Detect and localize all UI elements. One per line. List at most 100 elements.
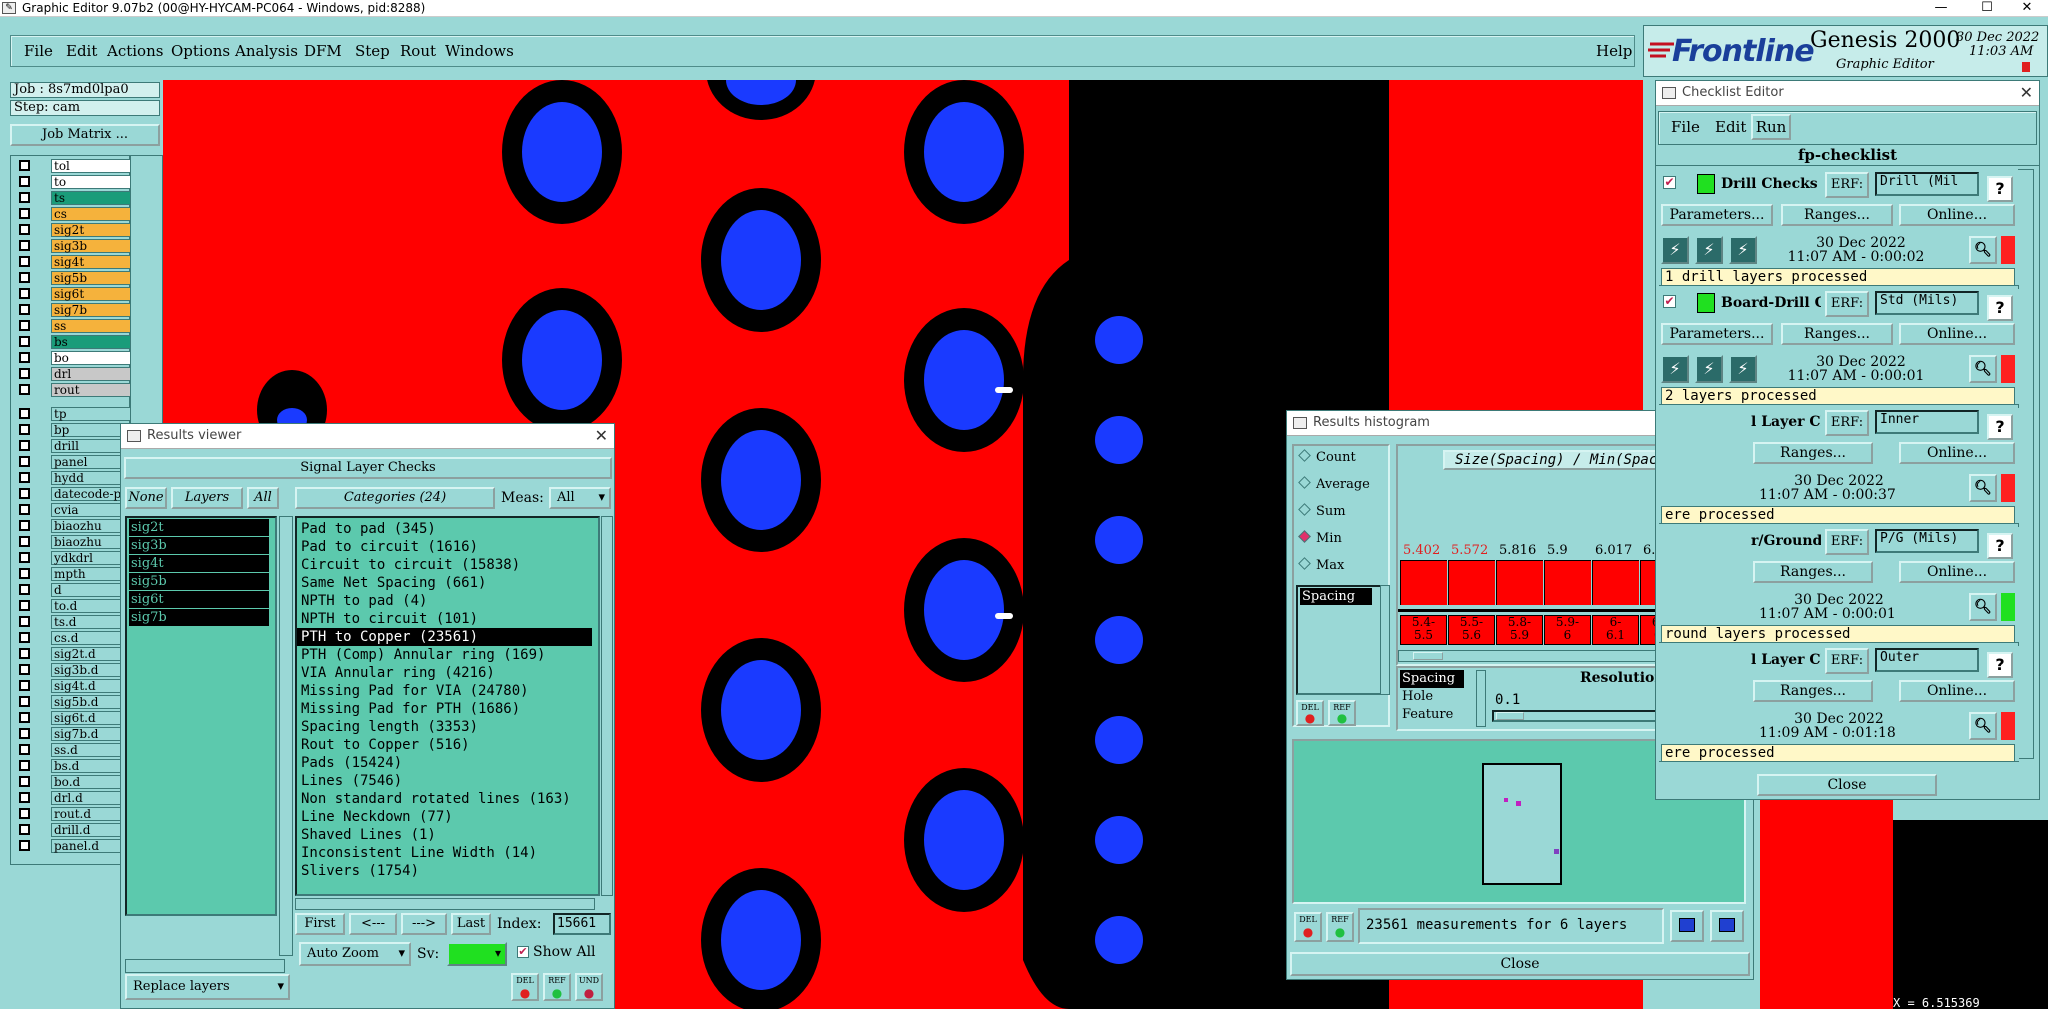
help-button[interactable]: ? [1987, 533, 2013, 559]
check-enable-checkbox[interactable]: ✔ [1663, 176, 1676, 189]
run-all-icon[interactable]: ⚡ [1729, 355, 1757, 383]
layer-checkbox[interactable] [19, 488, 30, 499]
zoom-results-button[interactable]: 🔍︎ [1969, 712, 1997, 740]
layer-row[interactable]: drill.d [15, 822, 131, 837]
preview-del-button[interactable]: DEL ● [1294, 912, 1322, 942]
layer-row[interactable]: ts [15, 190, 131, 205]
category-scrollbar[interactable] [601, 516, 613, 896]
result-layer-item[interactable]: sig3b [129, 537, 269, 554]
minimize-button[interactable]: — [1918, 0, 1964, 16]
layer-results-list[interactable]: sig2t sig3b sig4t sig5b sig6t sig7b [125, 516, 277, 916]
layer-checkbox[interactable] [19, 408, 30, 419]
mode-max-radio[interactable]: Max [1298, 557, 1344, 573]
run-icon[interactable]: ⚡ [1661, 355, 1689, 383]
layer-name[interactable]: sig3b [51, 239, 131, 253]
close-icon[interactable]: ✕ [2020, 81, 2033, 105]
layer-row[interactable]: d [15, 582, 131, 597]
layer-row[interactable]: rout [15, 382, 131, 397]
category-item[interactable]: Pad to pad (345) [297, 520, 598, 538]
layer-row[interactable]: sig6t.d [15, 710, 131, 725]
layer-checkbox[interactable] [19, 600, 30, 611]
category-item[interactable]: Slivers (1754) [297, 862, 598, 880]
category-item[interactable]: Rout to Copper (516) [297, 736, 598, 754]
layer-name[interactable]: ts [51, 191, 131, 205]
layer-checkbox[interactable] [19, 424, 30, 435]
layer-checkbox[interactable] [19, 568, 30, 579]
menu-dfm[interactable]: DFM [304, 42, 342, 60]
layer-name[interactable]: cs.d [51, 631, 131, 645]
erf-field[interactable]: Std (Mils) [1875, 291, 1979, 315]
layer-name[interactable]: panel.d [51, 839, 131, 853]
layer-name[interactable]: rout [51, 383, 131, 397]
help-button[interactable]: ? [1987, 295, 2013, 321]
menu-file[interactable]: File [24, 42, 53, 60]
layer-name[interactable]: hydd [51, 471, 131, 485]
category-item[interactable]: Inconsistent Line Width (14) [297, 844, 598, 862]
layer-checkbox[interactable] [19, 520, 30, 531]
layer-name[interactable]: drill.d [51, 823, 131, 837]
erf-field[interactable]: Inner [1875, 410, 1979, 434]
layer-row[interactable]: sig3b.d [15, 662, 131, 677]
zoom-results-button[interactable]: 🔍︎ [1969, 593, 1997, 621]
layer-row[interactable]: sig4t [15, 254, 131, 269]
layer-row[interactable]: ss [15, 318, 131, 333]
layer-checkbox[interactable] [19, 584, 30, 595]
layer-row[interactable]: drl [15, 366, 131, 381]
checklist-menu-file[interactable]: File [1671, 118, 1700, 136]
res-type-hole[interactable]: Hole [1400, 688, 1464, 706]
replace-layers-select[interactable]: Replace layers ▾ [125, 974, 290, 1000]
result-layer-item[interactable]: sig4t [129, 555, 269, 572]
resolution-type-list[interactable]: Spacing Hole Feature [1400, 670, 1464, 727]
layer-row[interactable]: tp [15, 406, 131, 421]
layer-name[interactable]: datecode-p [51, 487, 131, 501]
layer-checkbox[interactable] [19, 176, 30, 187]
layer-name[interactable]: tol [51, 159, 131, 173]
layer-row[interactable]: sig7b.d [15, 726, 131, 741]
run-all-icon[interactable]: ⚡ [1729, 236, 1757, 264]
und-button[interactable]: UND ● [575, 973, 603, 1001]
category-item[interactable]: VIA Annular ring (4216) [297, 664, 598, 682]
layer-checkbox[interactable] [19, 208, 30, 219]
layer-name[interactable]: ts.d [51, 615, 131, 629]
layer-checkbox[interactable] [19, 224, 30, 235]
layer-row[interactable]: ts.d [15, 614, 131, 629]
checklist-menu-edit[interactable]: Edit [1715, 118, 1746, 136]
layer-checkbox[interactable] [19, 272, 30, 283]
res-type-spacing[interactable]: Spacing [1400, 670, 1464, 688]
ranges-button[interactable]: Ranges... [1753, 561, 1873, 583]
layer-checkbox[interactable] [19, 160, 30, 171]
sv-color-select[interactable]: ▾ [447, 942, 507, 966]
show-all-checkbox[interactable]: ✔ [517, 946, 529, 958]
parameters-button[interactable]: Parameters... [1661, 323, 1773, 345]
check-name[interactable]: r/Ground C [1751, 533, 1821, 549]
check-name[interactable]: Drill Checks [1721, 176, 1821, 192]
layer-name[interactable]: bo.d [51, 775, 131, 789]
layer-name[interactable]: panel [51, 455, 131, 469]
layer-name[interactable]: sig2t [51, 223, 131, 237]
close-button[interactable]: ✕ [2004, 0, 2048, 16]
erf-field[interactable]: Outer [1875, 648, 1979, 672]
layer-checkbox[interactable] [19, 256, 30, 267]
layer-row[interactable]: rout.d [15, 806, 131, 821]
erf-field[interactable]: Drill (Mil [1875, 172, 1979, 196]
last-button[interactable]: Last [451, 913, 491, 935]
layer-checkbox[interactable] [19, 192, 30, 203]
layer-name[interactable]: sig7b.d [51, 727, 131, 741]
layer-name[interactable]: sig2t.d [51, 647, 131, 661]
type-list-scrollbar[interactable] [1380, 585, 1390, 695]
layer-checkbox[interactable] [19, 336, 30, 347]
layer-name[interactable]: sig4t [51, 255, 131, 269]
layer-row[interactable]: datecode-p [15, 486, 131, 501]
preview-ref-button[interactable]: REF ● [1326, 912, 1354, 942]
menu-step[interactable]: Step [355, 42, 390, 60]
histogram-close-button[interactable]: Close [1290, 952, 1750, 976]
layer-checkbox[interactable] [19, 440, 30, 451]
menu-edit[interactable]: Edit [66, 42, 97, 60]
layer-row[interactable]: sig2t.d [15, 646, 131, 661]
category-item[interactable]: Pads (15424) [297, 754, 598, 772]
layer-row[interactable]: sig5b.d [15, 694, 131, 709]
layer-name[interactable]: sig6t.d [51, 711, 131, 725]
close-icon[interactable]: ✕ [595, 424, 608, 448]
checklist-scrollbar[interactable] [2018, 169, 2034, 759]
layer-name[interactable]: to.d [51, 599, 131, 613]
